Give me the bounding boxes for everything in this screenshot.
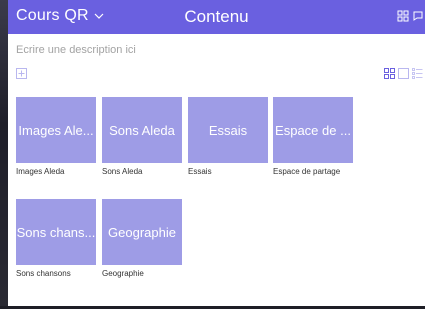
content-caption: Essais [188, 167, 212, 176]
list-view-icon[interactable] [412, 68, 423, 79]
chat-icon[interactable] [413, 10, 423, 22]
content-item[interactable]: Sons Aleda Sons Aleda [102, 97, 182, 176]
content-tile[interactable]: Images Ale... [16, 97, 96, 163]
content-item[interactable]: Images Ale... Images Aleda [16, 97, 96, 176]
content-caption: Sons Aleda [102, 167, 143, 176]
content-item[interactable]: Geographie Geographie [102, 199, 182, 278]
content-caption: Sons chansons [16, 269, 71, 278]
description-field[interactable]: Ecrire une description ici [16, 44, 136, 56]
content-item[interactable]: Espace de ... Espace de partage [273, 97, 353, 176]
content-tile[interactable]: Geographie [102, 199, 182, 265]
content-item[interactable]: Sons chans... Sons chansons [16, 199, 96, 278]
content-tile[interactable]: Essais [188, 97, 268, 163]
content-item[interactable]: Essais Essais [188, 97, 268, 176]
content-caption: Images Aleda [16, 167, 65, 176]
content-tile[interactable]: Espace de ... [273, 97, 353, 163]
top-bar: Cours QR Contenu [8, 0, 425, 34]
plus-icon[interactable] [16, 68, 27, 79]
app-window: Cours QR Contenu Ecrire une description … [0, 0, 425, 309]
left-edge [0, 0, 8, 309]
content-area: Ecrire une description ici Images Ale...… [8, 34, 425, 306]
content-caption: Espace de partage [273, 167, 341, 176]
content-tile[interactable]: Sons chans... [16, 199, 96, 265]
single-view-icon[interactable] [398, 68, 409, 79]
page-title: Contenu [184, 7, 249, 26]
content-tile[interactable]: Sons Aleda [102, 97, 182, 163]
grid-icon[interactable] [397, 10, 409, 22]
content-caption: Geographie [102, 269, 144, 278]
grid-view-icon[interactable] [384, 68, 395, 79]
